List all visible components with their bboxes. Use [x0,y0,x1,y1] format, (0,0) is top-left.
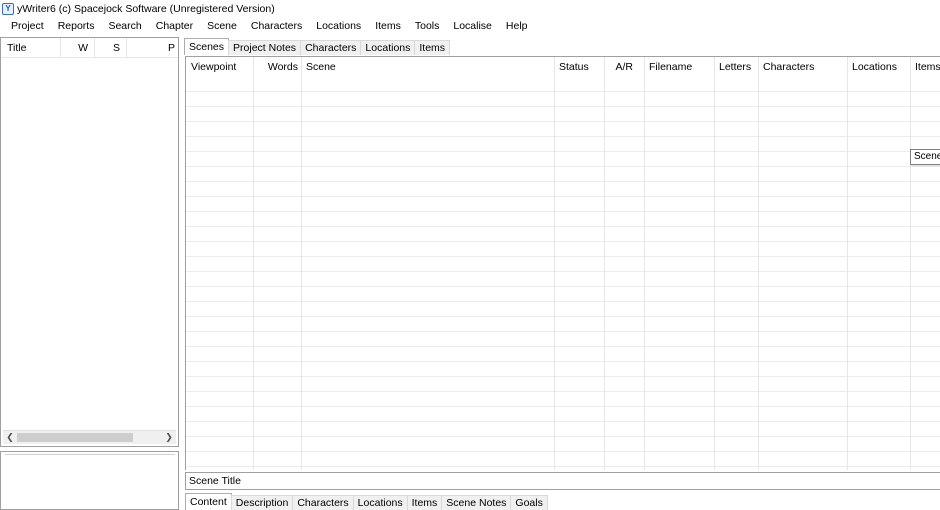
menu-bar: Project Reports Search Chapter Scene Cha… [0,17,940,36]
column-header-words[interactable]: W [61,37,95,58]
tab-items[interactable]: Items [414,40,451,55]
scrollbar-thumb[interactable] [17,433,133,442]
column-header-items[interactable]: Items [911,57,940,77]
chapter-list[interactable]: Title W S P ❮ ❯ [0,37,179,447]
tab-description[interactable]: Description [230,495,294,510]
bottom-tab-strip: Content Description Characters Locations… [185,493,548,510]
column-divider [644,57,645,470]
tab-scene-characters[interactable]: Characters [292,495,354,510]
column-header-filename[interactable]: Filename [645,57,715,77]
menu-characters[interactable]: Characters [244,17,309,36]
app-icon: Y [2,2,14,15]
menu-locations[interactable]: Locations [309,17,368,36]
menu-scene[interactable]: Scene [200,17,244,36]
column-divider [301,57,302,470]
menu-reports[interactable]: Reports [51,17,102,36]
scene-grid-header: Viewpoint Words Scene Status A/R Filenam… [186,57,940,77]
column-divider [253,57,254,470]
divider [5,454,175,455]
menu-project[interactable]: Project [0,17,51,36]
column-header-letters[interactable]: Letters [715,57,759,77]
column-header-ar[interactable]: A/R [605,57,645,77]
scene-grid-rows [186,77,940,470]
chapter-description-panel[interactable] [0,451,179,510]
menu-help[interactable]: Help [499,17,535,36]
column-header-status[interactable]: Status [555,57,605,77]
column-header-scene[interactable]: Scene [302,57,555,77]
tab-goals[interactable]: Goals [510,495,548,510]
menu-tools[interactable]: Tools [408,17,447,36]
menu-chapter[interactable]: Chapter [149,17,200,36]
menu-search[interactable]: Search [101,17,148,36]
tab-content[interactable]: Content [185,493,232,510]
tab-scene-locations[interactable]: Locations [352,495,408,510]
tab-project-notes[interactable]: Project Notes [228,40,302,55]
column-header-words[interactable]: Words [254,57,302,77]
column-divider [554,57,555,470]
column-divider [847,57,848,470]
column-header-title[interactable]: Title [1,37,61,58]
tab-characters[interactable]: Characters [300,40,362,55]
tab-scene-items[interactable]: Items [406,495,443,510]
column-header-characters[interactable]: Characters [759,57,848,77]
menu-items[interactable]: Items [368,17,408,36]
chapter-list-header: Title W S P [1,37,178,58]
menu-localise[interactable]: Localise [446,17,499,36]
scene-title-field[interactable]: Scene Title [185,472,940,490]
window-title: yWriter6 (c) Spacejock Software (Unregis… [17,2,275,15]
column-header-scenes[interactable]: S [95,37,127,58]
tab-scenes[interactable]: Scenes [184,38,230,55]
title-bar: Y yWriter6 (c) Spacejock Software (Unreg… [0,0,940,17]
tab-locations[interactable]: Locations [360,40,416,55]
chapter-list-hscrollbar[interactable]: ❮ ❯ [3,430,176,444]
column-header-locations[interactable]: Locations [848,57,911,77]
column-header-pov[interactable]: P [127,38,178,58]
column-divider [604,57,605,470]
tab-scene-notes[interactable]: Scene Notes [441,495,512,510]
column-divider [714,57,715,470]
column-header-viewpoint[interactable]: Viewpoint [187,57,254,77]
top-tab-strip: Scenes Project Notes Characters Location… [184,38,451,55]
column-divider [758,57,759,470]
scene-grid[interactable]: Viewpoint Words Scene Status A/R Filenam… [185,56,940,470]
scroll-left-icon[interactable]: ❮ [3,431,17,444]
column-tooltip: Scene [910,149,940,165]
scroll-right-icon[interactable]: ❯ [162,431,176,444]
column-divider [910,57,911,470]
